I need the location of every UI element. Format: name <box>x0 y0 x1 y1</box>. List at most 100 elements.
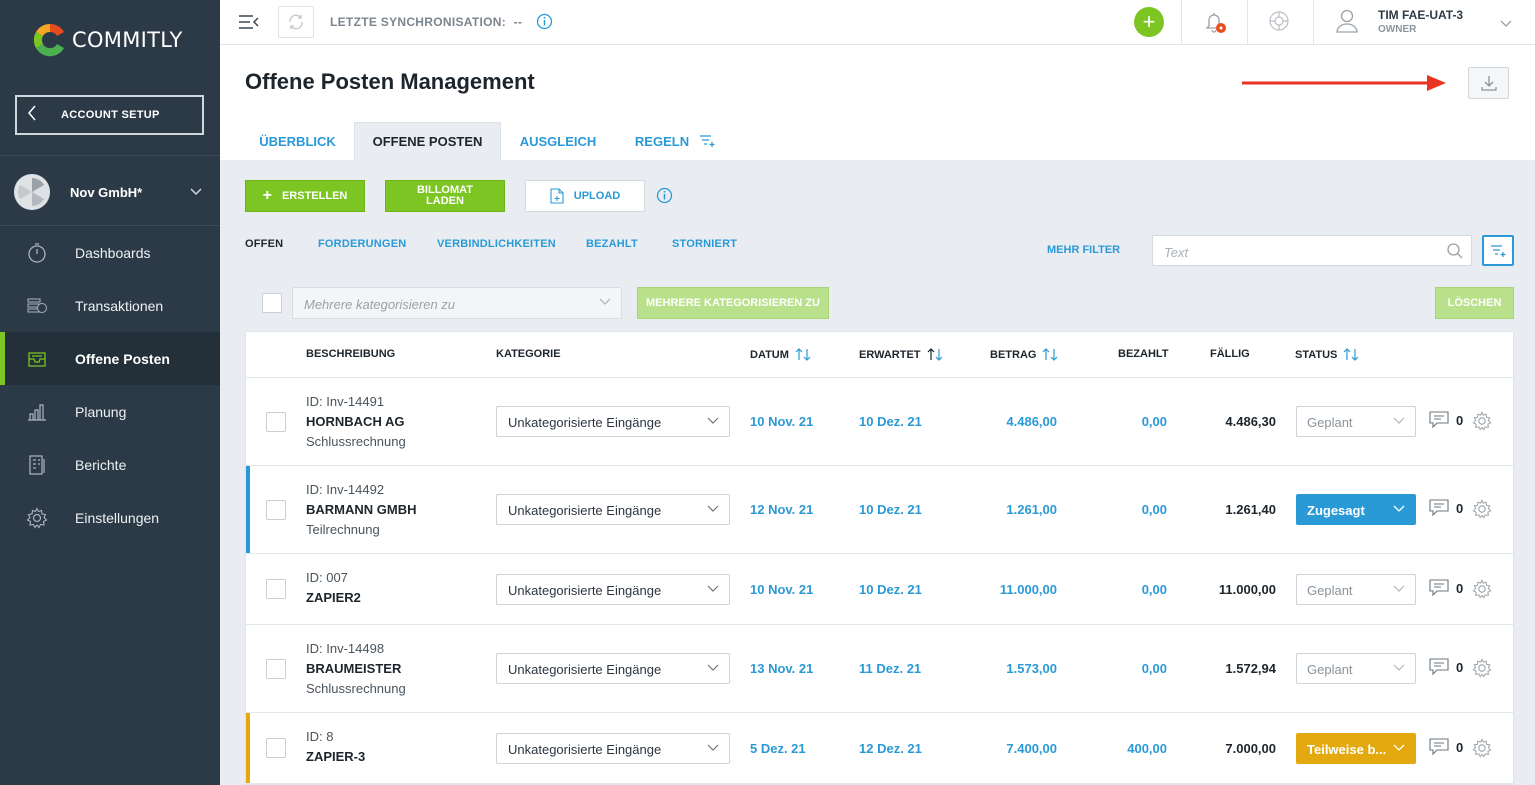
status-select[interactable]: Geplant <box>1296 406 1416 437</box>
row-checkbox[interactable] <box>266 579 286 599</box>
menu-collapse-icon[interactable] <box>238 14 260 30</box>
upload-button[interactable]: UPLOAD <box>525 180 645 212</box>
row-amount[interactable]: 4.486,00 <box>1006 414 1057 429</box>
status-select[interactable]: Zugesagt <box>1296 494 1416 525</box>
status-select[interactable]: Geplant <box>1296 574 1416 605</box>
column-header-expected[interactable]: ERWARTET <box>859 348 943 361</box>
sidebar-item-offene-posten[interactable]: Offene Posten <box>0 332 220 385</box>
gear-icon <box>25 506 49 530</box>
account-setup-button[interactable]: ACCOUNT SETUP <box>15 95 204 135</box>
row-paid[interactable]: 400,00 <box>1127 741 1167 756</box>
sidebar-item-dashboards[interactable]: Dashboards <box>0 226 220 279</box>
comments-button[interactable]: 0 <box>1429 579 1463 597</box>
tab-ueberblick[interactable]: ÜBERBLICK <box>245 122 350 160</box>
user-icon[interactable] <box>1335 8 1359 39</box>
row-expected[interactable]: 12 Dez. 21 <box>859 741 922 756</box>
sort-icon <box>1343 348 1359 361</box>
column-header-amount[interactable]: BETRAG <box>990 348 1058 361</box>
row-checkbox[interactable] <box>266 738 286 758</box>
row-name[interactable]: ZAPIER2 <box>306 590 361 605</box>
category-select[interactable]: Unkategorisierte Eingänge <box>496 574 730 605</box>
row-paid[interactable]: 0,00 <box>1142 502 1167 517</box>
tab-offene-posten[interactable]: OFFENE POSTEN <box>354 122 501 160</box>
row-paid[interactable]: 0,00 <box>1142 414 1167 429</box>
row-amount[interactable]: 1.573,00 <box>1006 661 1057 676</box>
row-amount[interactable]: 1.261,00 <box>1006 502 1057 517</box>
row-date[interactable]: 10 Nov. 21 <box>750 582 813 597</box>
row-subtitle: Teilrechnung <box>306 522 380 537</box>
tab-regeln[interactable]: REGELN <box>630 122 720 160</box>
bulk-categorize-button[interactable]: MEHRERE KATEGORISIEREN ZU <box>637 287 829 319</box>
sidebar-item-transaktionen[interactable]: Transaktionen <box>0 279 220 332</box>
row-name[interactable]: ZAPIER-3 <box>306 749 365 764</box>
row-date[interactable]: 12 Nov. 21 <box>750 502 813 517</box>
row-amount[interactable]: 11.000,00 <box>1000 582 1057 597</box>
chevron-down-icon[interactable] <box>1500 15 1512 33</box>
category-select[interactable]: Unkategorisierte Eingänge <box>496 406 730 437</box>
sync-button[interactable] <box>278 6 314 38</box>
delete-button[interactable]: LÖSCHEN <box>1435 287 1514 319</box>
row-name[interactable]: BARMANN GMBH <box>306 502 417 517</box>
row-settings-gear-icon[interactable] <box>1472 738 1492 763</box>
row-paid[interactable]: 0,00 <box>1142 582 1167 597</box>
comments-button[interactable]: 0 <box>1429 658 1463 676</box>
status-select[interactable]: Teilweise b... <box>1296 733 1416 764</box>
row-expected[interactable]: 10 Dez. 21 <box>859 502 922 517</box>
subtab-forderungen[interactable]: FORDERUNGEN <box>318 238 406 250</box>
category-select[interactable]: Unkategorisierte Eingänge <box>496 653 730 684</box>
more-filter-link[interactable]: MEHR FILTER <box>1047 244 1120 256</box>
add-button[interactable]: + <box>1134 7 1164 37</box>
row-date[interactable]: 10 Nov. 21 <box>750 414 813 429</box>
sidebar-item-planung[interactable]: Planung <box>0 385 220 438</box>
subtab-storniert[interactable]: STORNIERT <box>672 238 737 250</box>
sidebar-item-einstellungen[interactable]: Einstellungen <box>0 491 220 544</box>
row-name[interactable]: HORNBACH AG <box>306 414 404 429</box>
row-checkbox[interactable] <box>266 412 286 432</box>
user-name[interactable]: TIM FAE-UAT-3 <box>1378 8 1463 22</box>
row-id: ID: 8 <box>306 729 334 744</box>
logo[interactable]: COMMITLY <box>32 22 183 58</box>
comments-button[interactable]: 0 <box>1429 499 1463 517</box>
subtab-bezahlt[interactable]: BEZAHLT <box>586 238 638 250</box>
search-input[interactable]: Text <box>1152 235 1472 266</box>
row-name[interactable]: BRAUMEISTER <box>306 661 401 676</box>
category-select[interactable]: Unkategorisierte Eingänge <box>496 733 730 764</box>
row-paid[interactable]: 0,00 <box>1142 661 1167 676</box>
download-button[interactable] <box>1468 67 1509 99</box>
billomat-laden-button[interactable]: BILLOMAT LADEN <box>385 180 505 212</box>
create-button[interactable]: + ERSTELLEN <box>245 180 365 212</box>
row-settings-gear-icon[interactable] <box>1472 579 1492 604</box>
row-checkbox[interactable] <box>266 659 286 679</box>
row-accent <box>246 713 250 783</box>
subtab-offen[interactable]: OFFEN <box>245 238 283 250</box>
bulk-category-select[interactable]: Mehrere kategorisieren zu <box>292 287 622 319</box>
row-amount[interactable]: 7.400,00 <box>1006 741 1057 756</box>
help-lifebuoy-icon[interactable] <box>1268 10 1290 37</box>
row-expected[interactable]: 10 Dez. 21 <box>859 582 922 597</box>
notifications-bell-icon[interactable] <box>1204 10 1228 39</box>
row-settings-gear-icon[interactable] <box>1472 411 1492 436</box>
row-expected[interactable]: 10 Dez. 21 <box>859 414 922 429</box>
info-icon[interactable] <box>656 187 673 209</box>
row-date[interactable]: 13 Nov. 21 <box>750 661 813 676</box>
category-select[interactable]: Unkategorisierte Eingänge <box>496 494 730 525</box>
tab-ausgleich[interactable]: AUSGLEICH <box>510 122 606 160</box>
row-checkbox[interactable] <box>266 500 286 520</box>
comments-button[interactable]: 0 <box>1429 411 1463 429</box>
row-expected[interactable]: 11 Dez. 21 <box>859 661 921 676</box>
status-select[interactable]: Geplant <box>1296 653 1416 684</box>
company-switcher[interactable]: Nov GmbH* <box>0 160 220 224</box>
sidebar-item-berichte[interactable]: Berichte <box>0 438 220 491</box>
row-settings-gear-icon[interactable] <box>1472 658 1492 683</box>
row-date[interactable]: 5 Dez. 21 <box>750 741 806 756</box>
column-header-status[interactable]: STATUS <box>1295 348 1359 361</box>
info-icon[interactable] <box>536 13 553 35</box>
subtab-verbindlichkeiten[interactable]: VERBINDLICHKEITEN <box>437 238 556 250</box>
select-all-checkbox[interactable] <box>262 293 282 313</box>
comments-button[interactable]: 0 <box>1429 738 1463 756</box>
filter-button[interactable] <box>1482 235 1514 266</box>
sync-icon <box>289 14 303 30</box>
column-header-date[interactable]: DATUM <box>750 348 811 361</box>
category-value: Unkategorisierte Eingänge <box>508 415 662 430</box>
row-settings-gear-icon[interactable] <box>1472 499 1492 524</box>
